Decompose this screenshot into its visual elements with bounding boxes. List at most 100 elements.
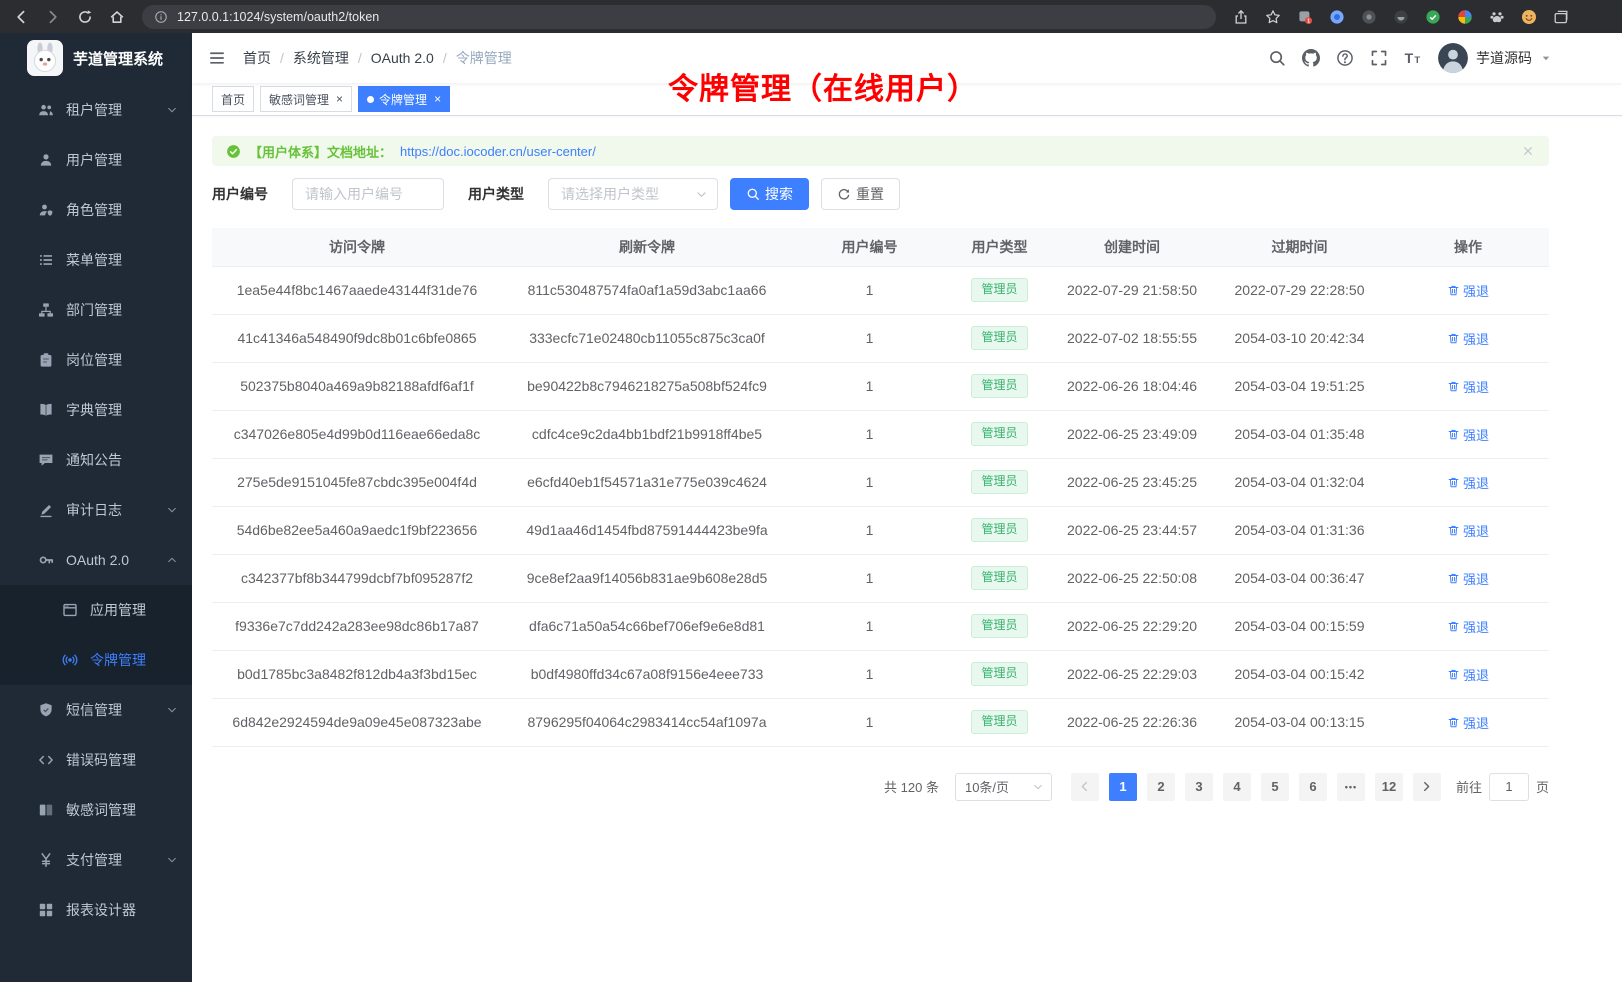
circle-dark2-icon[interactable]: [1388, 4, 1414, 30]
sidebar-item-user[interactable]: 用户管理: [0, 135, 192, 185]
breadcrumb-item[interactable]: 首页: [243, 48, 271, 68]
refresh-token-cell: e6cfd40eb1f54571a31e775e039c4624: [502, 458, 792, 506]
user-type-select[interactable]: 请选择用户类型: [548, 178, 718, 210]
page-button-1[interactable]: 1: [1109, 773, 1137, 801]
sidebar-item-role[interactable]: 角色管理: [0, 185, 192, 235]
tab-oauth2-token[interactable]: 令牌管理 ×: [358, 86, 450, 112]
sidebar-item-sms[interactable]: 短信管理: [0, 685, 192, 735]
sidebar-item-label: 部门管理: [66, 300, 178, 320]
paw-icon[interactable]: [1484, 4, 1510, 30]
sidebar-item-pay[interactable]: 支付管理: [0, 835, 192, 885]
reset-button[interactable]: 重置: [821, 178, 900, 210]
user-id-label: 用户编号: [212, 184, 268, 204]
force-logout-button[interactable]: 强退: [1447, 617, 1489, 636]
sidebar-item-menu[interactable]: 菜单管理: [0, 235, 192, 285]
breadcrumb-item[interactable]: OAuth 2.0: [371, 50, 434, 66]
tab-home[interactable]: 首页: [212, 86, 254, 112]
fullscreen-icon[interactable]: [1370, 49, 1388, 67]
sidebar-item-post[interactable]: 岗位管理: [0, 335, 192, 385]
user-avatar[interactable]: [1438, 43, 1468, 73]
page-button-4[interactable]: 4: [1223, 773, 1251, 801]
sidebar-item-audit-log[interactable]: 审计日志: [0, 485, 192, 535]
home-icon[interactable]: [104, 4, 130, 30]
force-logout-button[interactable]: 强退: [1447, 377, 1489, 396]
tabs-stack-icon[interactable]: [1548, 4, 1574, 30]
sidebar-item-dict[interactable]: 字典管理: [0, 385, 192, 435]
page-button-3[interactable]: 3: [1185, 773, 1213, 801]
question-icon[interactable]: [1336, 49, 1354, 67]
badge-icon: [38, 352, 54, 368]
force-logout-button[interactable]: 强退: [1447, 569, 1489, 588]
prev-page-button[interactable]: [1071, 773, 1099, 801]
tab-sensitive-word[interactable]: 敏感词管理×: [260, 86, 352, 112]
svg-text:1: 1: [1307, 18, 1310, 24]
force-logout-button[interactable]: 强退: [1447, 713, 1489, 732]
app-title: 芋道管理系统: [73, 48, 163, 69]
force-logout-label: 强退: [1463, 281, 1489, 300]
extension-red-icon[interactable]: 1: [1292, 4, 1318, 30]
user-menu[interactable]: 芋道源码: [1438, 43, 1552, 73]
shield-icon: [38, 702, 54, 718]
tab-label: 令牌管理: [379, 91, 427, 108]
user-type-badge: 管理员: [971, 662, 1027, 686]
broadcast-icon: [62, 652, 78, 668]
close-icon[interactable]: ×: [336, 93, 343, 105]
color-wheel-icon[interactable]: [1452, 4, 1478, 30]
sidebar-item-notice[interactable]: 通知公告: [0, 435, 192, 485]
page-button-2[interactable]: 2: [1147, 773, 1175, 801]
sidebar-item-oauth2-application[interactable]: 应用管理: [0, 585, 192, 635]
alert-close-icon[interactable]: [1521, 144, 1535, 158]
chevron-down-icon: [1032, 781, 1044, 793]
sidebar-item-tenant[interactable]: 租户管理: [0, 85, 192, 135]
sidebar-toggle-icon[interactable]: [208, 49, 226, 67]
back-icon[interactable]: [8, 4, 34, 30]
page-button-5[interactable]: 5: [1261, 773, 1289, 801]
page-size-select[interactable]: 10条/页: [955, 773, 1052, 801]
force-logout-button[interactable]: 强退: [1447, 329, 1489, 348]
user-id-input[interactable]: [292, 178, 444, 210]
close-icon[interactable]: ×: [434, 93, 441, 105]
goto-page-input[interactable]: [1489, 773, 1529, 801]
sidebar: 芋道管理系统 租户管理用户管理角色管理菜单管理部门管理岗位管理字典管理通知公告审…: [0, 33, 192, 982]
app-logo[interactable]: 芋道管理系统: [0, 33, 192, 83]
sidebar-item-oauth2[interactable]: OAuth 2.0: [0, 535, 192, 585]
force-logout-button[interactable]: 强退: [1447, 665, 1489, 684]
force-logout-button[interactable]: 强退: [1447, 473, 1489, 492]
page-button-6[interactable]: 6: [1299, 773, 1327, 801]
star-icon[interactable]: [1260, 4, 1286, 30]
force-logout-button[interactable]: 强退: [1447, 425, 1489, 444]
access-token-cell: f9336e7c7dd242a283ee98dc86b17a87: [212, 602, 502, 650]
sidebar-item-oauth2-token[interactable]: 令牌管理: [0, 635, 192, 685]
sidebar-item-sensitive-word[interactable]: 敏感词管理: [0, 785, 192, 835]
expire-time-cell: 2054-03-04 01:31:36: [1212, 506, 1387, 554]
share-icon[interactable]: [1228, 4, 1254, 30]
force-logout-button[interactable]: 强退: [1447, 281, 1489, 300]
sidebar-item-error-code[interactable]: 错误码管理: [0, 735, 192, 785]
sidebar-item-dept[interactable]: 部门管理: [0, 285, 192, 335]
user-icon: [38, 152, 54, 168]
site-info-icon[interactable]: [153, 9, 169, 25]
circle-dark-icon[interactable]: [1356, 4, 1382, 30]
header-actions: TT 芋道源码: [1268, 43, 1552, 73]
doc-link[interactable]: https://doc.iocoder.cn/user-center/: [400, 144, 596, 159]
search-icon[interactable]: [1268, 49, 1286, 67]
sidebar-item-label: 租户管理: [66, 100, 166, 120]
github-icon[interactable]: [1302, 49, 1320, 67]
force-logout-button[interactable]: 强退: [1447, 521, 1489, 540]
forward-icon[interactable]: [40, 4, 66, 30]
breadcrumb-item[interactable]: 系统管理: [293, 48, 349, 68]
page-button-12[interactable]: 12: [1375, 773, 1403, 801]
circle-blue-icon[interactable]: [1324, 4, 1350, 30]
next-page-button[interactable]: [1413, 773, 1441, 801]
user-id-cell: 1: [792, 410, 947, 458]
page-ellipsis[interactable]: •••: [1337, 773, 1365, 801]
sidebar-item-report-designer[interactable]: 报表设计器: [0, 885, 192, 935]
circle-green-icon[interactable]: [1420, 4, 1446, 30]
profile-avatar-icon[interactable]: [1516, 4, 1542, 30]
reload-icon[interactable]: [72, 4, 98, 30]
total-count: 共 120 条: [884, 777, 939, 796]
address-bar[interactable]: 127.0.0.1:1024/system/oauth2/token: [142, 5, 1216, 29]
search-button[interactable]: 搜索: [730, 178, 809, 210]
font-size-icon[interactable]: TT: [1404, 49, 1422, 67]
user-id-cell: 1: [792, 266, 947, 314]
